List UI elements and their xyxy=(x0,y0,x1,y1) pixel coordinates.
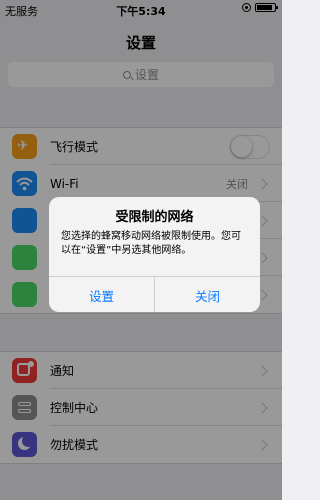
close-button[interactable]: 关闭 xyxy=(154,277,260,312)
alert-message: 您选择的蜂窝移动网络被限制使用。您可以在“设置”中另选其他网络。 xyxy=(61,231,241,256)
alert-actions: 设置 关闭 xyxy=(49,276,260,312)
settings-button[interactable]: 设置 xyxy=(49,277,154,312)
restricted-network-alert: 受限制的网络 您选择的蜂窝移动网络被限制使用。您可以在“设置”中另选其他网络。 … xyxy=(49,197,260,312)
alert-title: 受限制的网络 xyxy=(115,210,194,225)
